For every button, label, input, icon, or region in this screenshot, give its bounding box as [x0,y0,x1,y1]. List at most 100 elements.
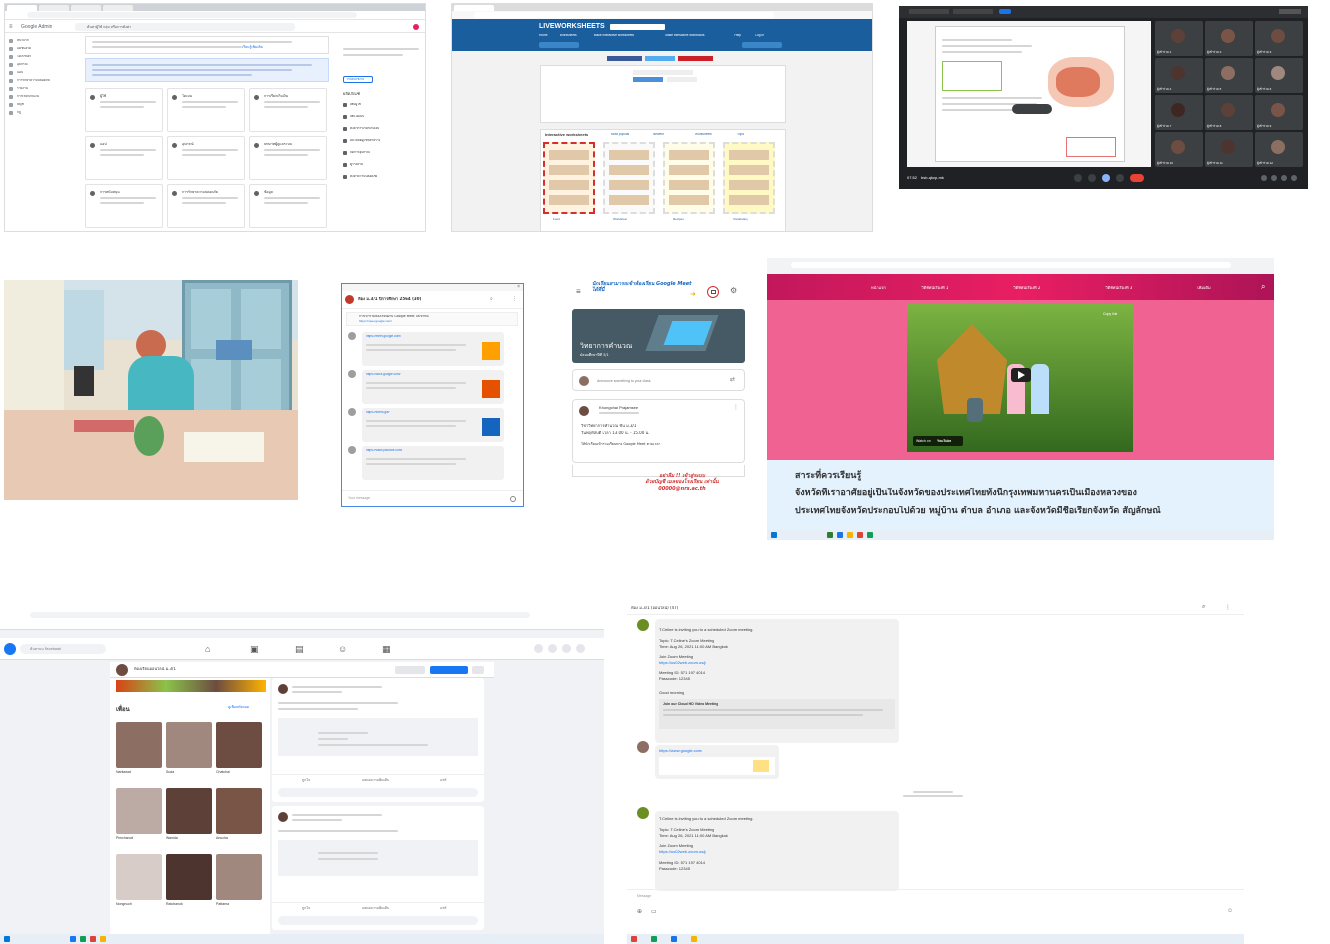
participant-tile[interactable]: ผู้เข้าร่วม 12 [1255,132,1303,167]
comment-button[interactable]: แสดงความคิดเห็น [362,906,389,910]
admin-card[interactable]: ผู้ใช้ [85,88,163,132]
more-icon[interactable]: ⋮ [512,296,517,302]
pinned-link[interactable]: https://meet.google.com/ [359,320,392,324]
site-menu-item[interactable]: หน้าแรก [871,286,886,291]
participant-tile[interactable]: ผู้เข้าร่วม 7 [1155,95,1203,130]
lw-tab[interactable]: Topic [737,133,744,137]
lw-button[interactable] [539,42,579,48]
link-preview[interactable] [659,757,775,775]
friend-photo[interactable] [166,788,212,834]
friend-name[interactable]: Wanida [166,836,178,840]
site-menu-item[interactable]: วีดิทัศน์เรื่องที่ 3 [1105,286,1132,291]
search-icon[interactable]: ⌕ [1261,282,1265,292]
admin-nav-item[interactable]: กฎ [9,110,77,117]
share-button[interactable]: แชร์ [440,778,447,782]
side-link[interactable]: เพิ่มโดเมน [343,114,423,122]
image-icon[interactable]: ▭ [651,908,657,915]
admin-card[interactable]: บทบาทผู้ดูแลระบบ [249,136,327,180]
taskbar-app-icon[interactable] [100,936,106,942]
side-link[interactable]: ดูรายงาน [343,162,423,170]
friend-name[interactable]: Nongnuch [116,902,132,906]
fb-search-input[interactable]: ค้นหาบน Facebook [20,644,106,654]
play-button[interactable] [1011,368,1031,382]
lw-nav-item[interactable]: Log in [755,34,764,38]
lw-nav-item[interactable]: Make interactive workbooks [665,34,704,38]
friend-name[interactable]: Anucha [216,836,228,840]
search-icon[interactable]: ⌕ [1202,604,1205,611]
admin-card[interactable]: อุปกรณ์ [167,136,245,180]
taskbar-app-icon[interactable] [691,936,697,942]
taskbar-app-icon[interactable] [631,936,637,942]
friend-photo[interactable] [166,854,212,900]
search-field[interactable] [633,70,693,75]
site-menu-item[interactable]: วีดิทัศน์เรื่องที่ 1 [921,286,948,291]
lw-nav-item[interactable]: Home [539,34,548,38]
header-action[interactable] [1279,9,1301,14]
link-preview[interactable] [278,840,478,876]
friend-photo[interactable] [116,722,162,768]
copy-link-button[interactable]: Copy link [1103,308,1125,320]
lw-tab[interactable]: Most popular [611,133,629,137]
site-menu-item[interactable]: เพิ่มเติม [1197,286,1210,291]
participant-tile[interactable]: ผู้เข้าร่วม 4 [1155,58,1203,93]
side-link[interactable]: ตั้งค่าการเรียกเก็บเงิน [343,126,423,134]
participant-tile[interactable]: ผู้เข้าร่วม 10 [1155,132,1203,167]
lw-tab[interactable]: Worksheets [695,133,712,137]
taskbar-app-icon[interactable] [857,532,863,538]
admin-card[interactable]: การรักษาความปลอดภัย [167,184,245,228]
taskbar-app-icon[interactable] [671,936,677,942]
taskbar-app-icon[interactable] [827,532,833,538]
worksheet-thumbnail[interactable] [723,142,775,214]
admin-nav-item[interactable]: การเรียกเก็บเงิน [9,94,77,101]
start-icon[interactable] [4,936,10,942]
message-input[interactable]: Message [637,894,651,898]
marketplace-icon[interactable]: ▤ [295,644,304,655]
avatar[interactable] [413,24,419,30]
admin-card[interactable]: ข้อมูล [249,184,327,228]
side-link[interactable]: อัปโหลดผู้ใช้หลายราย [343,138,423,146]
admin-nav-item[interactable]: การรักษาความปลอดภัย [9,78,77,85]
participant-tile[interactable]: ผู้เข้าร่วม 6 [1255,58,1303,93]
admin-nav-item[interactable]: แดชบอร์ด [9,46,77,53]
lw-nav-item[interactable]: Help [734,34,741,38]
settings-icon[interactable]: ⚙ [730,286,737,295]
like-button[interactable]: ถูกใจ [302,778,310,782]
attach-icon[interactable]: ⊕ [637,908,642,915]
menu-grid-icon[interactable] [534,644,543,653]
groups-icon[interactable]: ☺ [338,644,347,654]
learn-more-link[interactable]: เรียนรู้เพิ่มเติม [242,45,263,49]
participant-tile[interactable]: ผู้เข้าร่วม 8 [1205,95,1253,130]
address-bar[interactable] [474,12,774,18]
friend-photo[interactable] [166,722,212,768]
friend-photo[interactable] [216,854,262,900]
lw-search-input[interactable] [610,24,665,30]
leave-call-button[interactable] [1130,174,1144,182]
friend-name[interactable]: Suda [166,770,174,774]
participant-tile[interactable]: ผู้เข้าร่วม 3 [1255,21,1303,56]
taskbar-app-icon[interactable] [651,936,657,942]
lw-tab[interactable]: Newest [653,133,664,137]
admin-nav-item[interactable]: ไดเรกทอรี [9,54,77,61]
participant-tile[interactable]: ผู้เข้าร่วม 1 [1155,21,1203,56]
watch-icon[interactable]: ▣ [250,644,259,655]
participant-tile[interactable]: ผู้เข้าร่วม 5 [1205,58,1253,93]
taskbar-app-icon[interactable] [90,936,96,942]
zoom-link[interactable]: https://us02web.zoom.us/j/ [659,661,706,666]
address-bar[interactable] [30,612,530,618]
chat-link[interactable]: https://meet.google.com/ [366,335,401,339]
friend-name[interactable]: Pattama [216,902,229,906]
pinned-message[interactable]: การเข้าร่วมห้องเรียนผ่าน Google Meet ให้… [346,312,518,326]
camera-button[interactable] [1088,174,1096,182]
messenger-icon[interactable] [548,644,557,653]
lw-nav-item[interactable]: Make interactive worksheets [594,34,634,38]
account-icon[interactable] [576,644,585,653]
admin-nav-item[interactable]: แอป [9,70,77,77]
taskbar-app-icon[interactable] [837,532,843,538]
close-icon[interactable]: × [517,284,520,290]
friend-name[interactable]: Nantawat [116,770,131,774]
present-button[interactable] [1102,174,1110,182]
friend-name[interactable]: Pimchanok [116,836,133,840]
youtube-embed[interactable]: Copy link Watch on YouTube [907,304,1133,452]
side-link[interactable]: เพิ่มผู้ใช้ [343,102,423,110]
lw-button[interactable] [742,42,782,48]
